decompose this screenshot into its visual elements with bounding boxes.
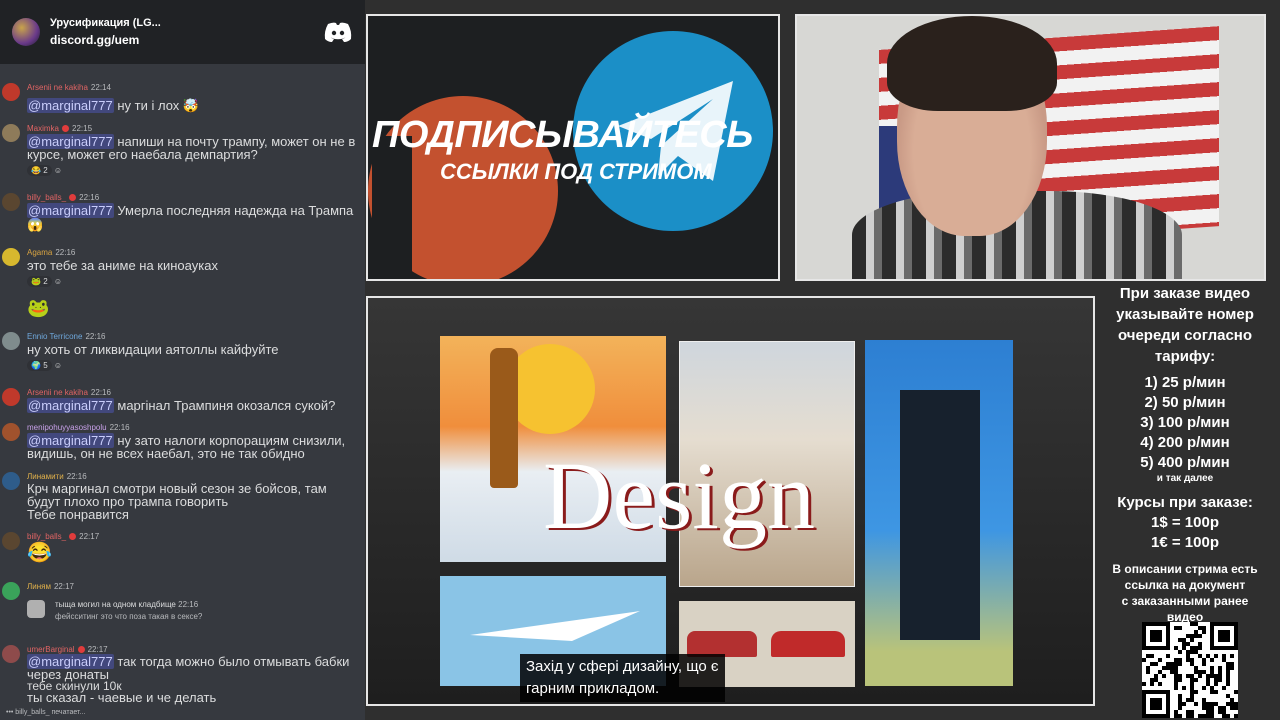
qr-code-icon <box>1142 622 1238 718</box>
mention[interactable]: @marginal777 <box>27 398 114 413</box>
subscribe-banner: ПОДПИСЫВАЙТЕСЬ ССЫЛКИ ПОД СТРИМОМ <box>366 14 780 281</box>
tariff-item: 2) 50 р/мин <box>1144 394 1226 411</box>
avatar <box>2 124 20 142</box>
message-text: Умерла последняя надежда на Трампа <box>117 203 354 218</box>
video-player[interactable]: Design Захід у сфері дизайну, що є гарни… <box>366 296 1095 706</box>
avatar <box>2 582 20 600</box>
discord-logo-icon <box>323 21 353 43</box>
courses-title: Курсы при заказе: <box>1117 494 1253 511</box>
message-author[interactable]: Agama <box>27 248 52 257</box>
banner-title: ПОДПИСЫВАЙТЕСЬ <box>372 114 753 156</box>
message-time: 22:15 <box>72 124 93 133</box>
message-text: Тебе понравится <box>27 507 129 522</box>
avatar <box>2 388 20 406</box>
reaction[interactable]: 😂 2 ☺ <box>27 165 62 176</box>
message-time: 22:16 <box>79 193 100 202</box>
reaction[interactable]: 🐸 2 ☺ <box>27 276 62 287</box>
avatar <box>2 193 20 211</box>
tariff-item: 3) 100 р/мин <box>1140 414 1230 431</box>
description-line: В описании стрима есть <box>1112 562 1258 576</box>
avatar <box>2 83 20 101</box>
banner-subtitle: ССЫЛКИ ПОД СТРИМОМ <box>440 159 712 184</box>
message-time: 22:16 <box>85 332 106 341</box>
avatar <box>2 332 20 350</box>
description-line: ссылка на документ <box>1124 578 1246 592</box>
reaction[interactable]: 🌍 5 ☺ <box>27 360 62 371</box>
message-time: 22:16 <box>66 472 87 481</box>
message-text: курсе, может его наебала демпартия? <box>27 147 258 162</box>
tariff-item: 5) 400 р/мин <box>1140 454 1230 471</box>
info-heading-line: указывайте номер <box>1116 306 1254 323</box>
message-author[interactable]: Ennio Terricone <box>27 332 82 341</box>
message-text: так тогда можно было отмывать бабки <box>117 654 350 669</box>
reply-time: 22:16 <box>178 600 199 609</box>
tariff-etc: и так далее <box>1156 473 1214 484</box>
message-author[interactable]: umerBarginal <box>27 645 75 654</box>
course-rate: 1€ = 100р <box>1151 534 1219 551</box>
avatar <box>2 248 20 266</box>
message-time: 22:16 <box>55 248 76 257</box>
server-name: Урусификация (LG... <box>50 17 161 29</box>
skyscraper-image <box>865 340 1013 686</box>
course-rate: 1$ = 100р <box>1151 514 1219 531</box>
order-info: При заказе видео указывайте номер очеред… <box>1100 283 1270 625</box>
info-heading-line: тарифу: <box>1154 348 1216 365</box>
info-heading-line: очереди согласно <box>1117 327 1253 344</box>
message-author[interactable]: menipohuyyasoshpolu <box>27 423 107 432</box>
avatar <box>2 423 20 441</box>
avatar <box>2 472 20 490</box>
design-title: Design <box>543 442 815 549</box>
typing-indicator: ••• billy_balls_ печатает... <box>6 709 86 716</box>
message-text: маргінал Трампиня окозался сукой? <box>117 398 336 413</box>
avatar <box>2 645 20 663</box>
reply-sub: фейсситинг это что поза такая в сексе? <box>55 612 203 621</box>
message-time: 22:14 <box>90 83 111 92</box>
message-time: 22:16 <box>109 423 130 432</box>
message-time: 22:16 <box>90 388 111 397</box>
discord-chat-panel: Урусификация (LG... discord.gg/uem Arsen… <box>0 0 365 720</box>
message-text: это тебе за аниме на киноауках <box>27 258 218 273</box>
message-author[interactable]: billy_balls_ <box>27 532 66 541</box>
message-text: видишь, он не всех наебал, это не так об… <box>27 446 305 461</box>
message-author[interactable]: Maximka <box>27 124 59 133</box>
message-author[interactable]: Линамити <box>27 472 64 481</box>
tariff-item: 1) 25 р/мин <box>1144 374 1226 391</box>
invite-link[interactable]: discord.gg/uem <box>50 33 323 47</box>
message-text: ты сказал - чаевые и че делать <box>27 690 217 705</box>
message-time: 22:17 <box>87 645 108 654</box>
server-icon <box>12 18 40 46</box>
subtitle-caption: Захід у сфері дизайну, що є гарним прикл… <box>520 654 725 702</box>
stream-overlay: Урусификация (LG... discord.gg/uem Arsen… <box>0 0 1280 720</box>
message-time: 22:17 <box>79 532 100 541</box>
mention[interactable]: @marginal777 <box>27 203 114 218</box>
message-text: ну хоть от ликвидации аятоллы кайфуйте <box>27 342 279 357</box>
message-author[interactable]: Линям <box>27 582 51 591</box>
tariff-item: 4) 200 р/мин <box>1140 434 1230 451</box>
chat-header: Урусификация (LG... discord.gg/uem <box>0 0 365 64</box>
webcam-feed <box>795 14 1266 281</box>
message-author[interactable]: Arsenii ne kakiha <box>27 83 88 92</box>
message-text: ну ти і лох <box>117 98 180 113</box>
avatar <box>2 532 20 550</box>
message-author[interactable]: billy_balls_ <box>27 193 66 202</box>
description-line: с заказанными ранее <box>1121 594 1249 608</box>
reply-text: тыща могил на одном кладбище <box>55 600 176 609</box>
info-heading-line: При заказе видео <box>1119 285 1251 302</box>
message-time: 22:17 <box>53 582 74 591</box>
message-author[interactable]: Arsenii ne kakiha <box>27 388 88 397</box>
mention[interactable]: @marginal777 <box>27 98 114 113</box>
